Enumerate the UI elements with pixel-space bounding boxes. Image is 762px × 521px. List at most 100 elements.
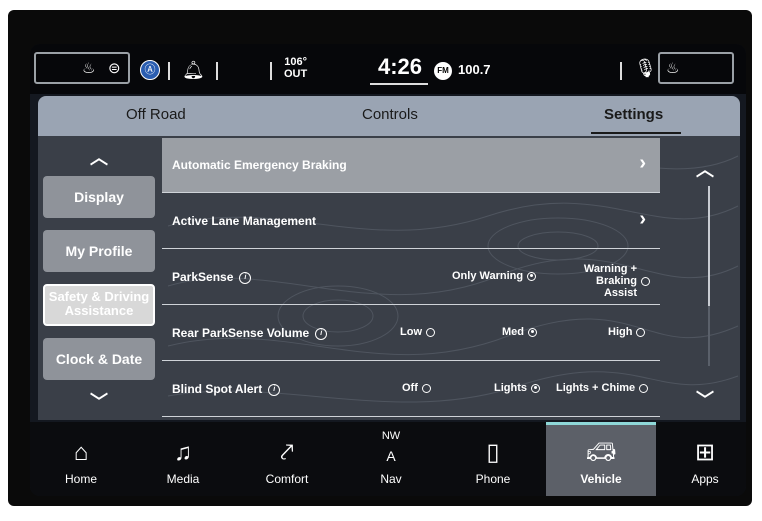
sidebar-item-display[interactable]: Display [43, 176, 155, 218]
active-tab-indicator [591, 132, 681, 134]
nav-label: Media [166, 472, 200, 486]
nav-label: Nav [380, 472, 402, 486]
nav-apps[interactable]: ⊞ Apps [660, 422, 746, 496]
blind-spot-option-off[interactable]: Off [402, 382, 431, 394]
outside-temperature: 106° OUT [284, 56, 307, 80]
nav-label: Home [64, 472, 97, 486]
info-icon[interactable]: i [268, 383, 281, 396]
row-parksense: ParkSense i Only Warning Warning + Brakin… [162, 250, 660, 305]
bottom-nav-bar: ⌂ Home ♫ Media ⤤ Comfort NW A Nav ▯ Phon… [30, 422, 746, 496]
row-label: ParkSense i [172, 270, 252, 284]
volume-option-high[interactable]: High [608, 326, 646, 338]
clock-underline [370, 83, 428, 85]
chevron-right-icon: › [639, 208, 646, 230]
tab-off-road[interactable]: Off Road [126, 106, 186, 123]
settings-sidebar: ︿ Display My Profile Safety & Driving As… [38, 136, 162, 420]
vehicle-icon: 🚙︎ [585, 439, 617, 466]
row-label: Rear ParkSense Volume i [172, 326, 328, 340]
tab-settings[interactable]: Settings [604, 106, 663, 123]
compass-arrow-icon: A [386, 448, 396, 464]
nav-label: Comfort [265, 472, 309, 486]
option-label: Low [400, 326, 422, 338]
nav-label: Vehicle [580, 472, 622, 486]
seat-icon: ⤤ [280, 439, 294, 466]
sidebar-scroll-down-icon[interactable]: ﹀ [90, 388, 108, 414]
heated-wheel-icon: ⊜ [108, 60, 121, 77]
radio-selected-icon [527, 271, 537, 281]
status-bar: ♨ ⊜ Ⓐ 🔔︎ 106° OUT 4:26 FM 100.7 🎙︎ ♨ [30, 44, 746, 94]
status-divider [620, 62, 622, 80]
infotainment-screen: ♨ ⊜ Ⓐ 🔔︎ 106° OUT 4:26 FM 100.7 🎙︎ ♨ Off… [30, 44, 746, 496]
nav-home[interactable]: ⌂ Home [36, 422, 126, 496]
active-nav-indicator [546, 422, 656, 425]
heated-seat-box[interactable]: ♨ ⊜ [34, 52, 130, 84]
option-label: Warning + Braking Assist [583, 263, 637, 299]
temperature-label: OUT [284, 68, 308, 80]
radio-station[interactable]: 100.7 [458, 62, 491, 77]
passenger-seat-box[interactable]: ♨ [658, 52, 734, 84]
parksense-option-warning-braking-assist[interactable]: Warning + Braking Assist [558, 263, 650, 299]
music-note-icon: ♫ [174, 439, 192, 466]
option-label: High [608, 326, 633, 338]
status-divider [216, 62, 218, 80]
option-label: Lights [494, 382, 527, 394]
top-tab-bar: Off Road Controls Settings [38, 96, 740, 136]
radio-unselected-icon [421, 383, 431, 393]
option-label: Off [402, 382, 418, 394]
radio-band-badge: FM [434, 62, 452, 80]
row-active-lane-management[interactable]: Active Lane Management › [162, 194, 660, 249]
phone-icon: ▯ [486, 439, 500, 466]
nav-media[interactable]: ♫ Media [138, 422, 228, 496]
nav-label: Apps [691, 472, 719, 486]
parksense-option-only-warning[interactable]: Only Warning [452, 270, 537, 282]
nav-navigation[interactable]: NW A Nav [346, 422, 436, 496]
chevron-right-icon: › [639, 152, 646, 174]
radio-selected-icon [531, 383, 540, 393]
microphone-icon[interactable]: 🎙︎ [634, 58, 657, 78]
nav-vehicle[interactable]: 🚙︎ Vehicle [546, 422, 656, 496]
row-label: Automatic Emergency Braking [172, 158, 347, 172]
row-label: Blind Spot Alert i [172, 382, 281, 396]
option-label: Lights + Chime [556, 382, 636, 394]
info-icon[interactable]: i [315, 327, 328, 340]
volume-option-med[interactable]: Med [502, 326, 537, 338]
driver-profile-icon[interactable]: Ⓐ [140, 60, 160, 80]
row-blind-spot-alert: Blind Spot Alert i Off Lights Lights + Ch… [162, 362, 660, 417]
sidebar-scroll-up-icon[interactable]: ︿ [90, 144, 108, 170]
sidebar-item-my-profile[interactable]: My Profile [43, 230, 155, 272]
volume-option-low[interactable]: Low [400, 326, 435, 338]
row-label: Active Lane Management [172, 214, 317, 228]
rear-parksense-volume-label: Rear ParkSense Volume [172, 326, 310, 340]
radio-unselected-icon [641, 276, 650, 286]
blind-spot-alert-label: Blind Spot Alert [172, 382, 263, 396]
radio-unselected-icon [636, 327, 646, 337]
settings-content: ︿ Display My Profile Safety & Driving As… [38, 136, 740, 420]
temperature-value: 106° [284, 56, 307, 68]
status-divider [168, 62, 170, 80]
info-icon[interactable]: i [239, 271, 252, 284]
sidebar-item-safety-driving-assistance[interactable]: Safety & Driving Assistance [43, 284, 155, 326]
blind-spot-option-lights[interactable]: Lights [494, 382, 540, 394]
list-scroll-down-icon[interactable]: ﹀ [696, 386, 714, 412]
nav-label: Phone [475, 472, 511, 486]
list-scroll-up-icon[interactable]: ︿ [696, 156, 714, 182]
home-icon: ⌂ [73, 439, 89, 466]
tab-controls[interactable]: Controls [362, 106, 418, 123]
option-label: Med [502, 326, 524, 338]
radio-unselected-icon [426, 327, 435, 337]
compass-heading: NW [381, 430, 401, 442]
status-divider [270, 62, 272, 80]
row-automatic-emergency-braking[interactable]: Automatic Emergency Braking › [162, 138, 660, 193]
passenger-seat-icon: ♨ [666, 60, 680, 77]
sidebar-item-clock-date[interactable]: Clock & Date [43, 338, 155, 380]
heated-seat-icon: ♨ [82, 60, 96, 77]
nav-comfort[interactable]: ⤤ Comfort [242, 422, 332, 496]
apps-grid-icon: ⊞ [694, 439, 716, 466]
clock-time: 4:26 [377, 54, 423, 79]
scrollbar-thumb[interactable] [708, 186, 710, 306]
notification-bell-icon[interactable]: 🔔︎ [182, 60, 205, 80]
blind-spot-option-lights-chime[interactable]: Lights + Chime [556, 382, 649, 394]
radio-selected-icon [528, 327, 537, 337]
nav-phone[interactable]: ▯ Phone [448, 422, 538, 496]
option-label: Only Warning [452, 270, 524, 282]
